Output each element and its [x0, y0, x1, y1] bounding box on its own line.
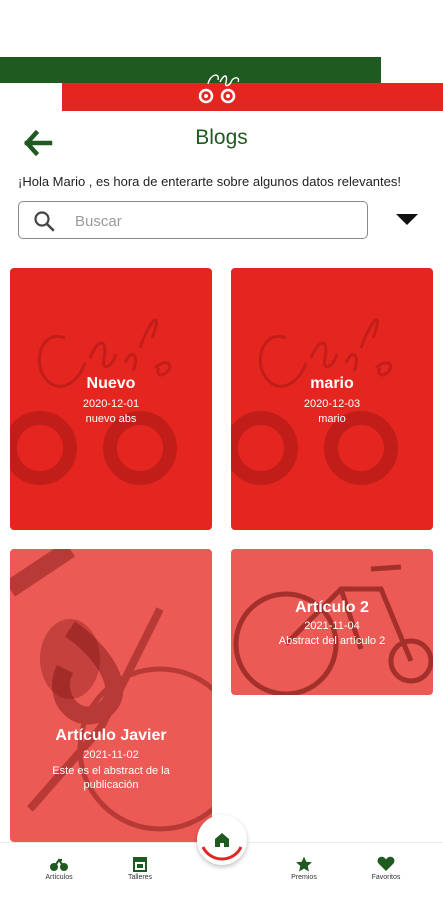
card-title: Artículo 2: [295, 599, 369, 616]
blog-card[interactable]: mario 2020-12-03 mario: [231, 268, 433, 530]
page-title: Blogs: [195, 126, 248, 149]
card-abstract: Este es el abstract de la: [52, 765, 170, 777]
bike-icon: [50, 858, 68, 871]
home-button[interactable]: [197, 815, 247, 865]
card-abstract: publicación: [83, 779, 139, 791]
card-date: 2020-12-03: [303, 398, 361, 410]
star-icon: [296, 856, 312, 872]
nav-item-favoritos[interactable]: Favoritos: [351, 856, 421, 881]
blog-card[interactable]: Artículo Javier 2021-11-02 Este es el ab…: [10, 549, 212, 842]
blog-card[interactable]: Nuevo 2020-12-01 nuevo abs: [10, 268, 212, 530]
nav-item-premios[interactable]: Premios: [269, 856, 339, 881]
card-title: mario: [310, 375, 354, 392]
cycling-photo: [10, 549, 212, 832]
search-input[interactable]: [73, 208, 357, 234]
card-date: 2021-11-02: [83, 749, 139, 761]
heart-icon: [377, 856, 395, 871]
nav-item-talleres[interactable]: Talleres: [105, 856, 175, 881]
card-date: 2020-12-01: [82, 398, 140, 410]
search-icon: [34, 211, 55, 232]
greeting-text: ¡Hola Mario , es hora de enterarte sobre…: [18, 174, 401, 189]
home-icon: [201, 833, 243, 861]
nav-item-articulos[interactable]: Artículos: [24, 856, 94, 881]
nav-label: Artículos: [45, 874, 73, 881]
store-icon: [133, 857, 147, 872]
card-title: Artículo Javier: [55, 727, 167, 744]
card-abstract: nuevo abs: [85, 413, 137, 425]
nav-label: Favoritos: [371, 874, 401, 881]
card-abstract: mario: [318, 413, 346, 425]
card-abstract: Abstract del artículo 2: [278, 635, 386, 647]
cycle-logo: [198, 74, 240, 104]
card-title: Nuevo: [86, 375, 136, 392]
caret-down-icon[interactable]: [393, 210, 421, 228]
search-box[interactable]: [18, 201, 368, 239]
nav-label: Premios: [291, 874, 317, 881]
nav-label: Talleres: [127, 874, 153, 881]
blog-card[interactable]: Artículo 2 2021-11-04 Abstract del artíc…: [231, 549, 433, 695]
banner-red-bar: [62, 83, 443, 111]
card-date: 2021-11-04: [304, 620, 360, 632]
